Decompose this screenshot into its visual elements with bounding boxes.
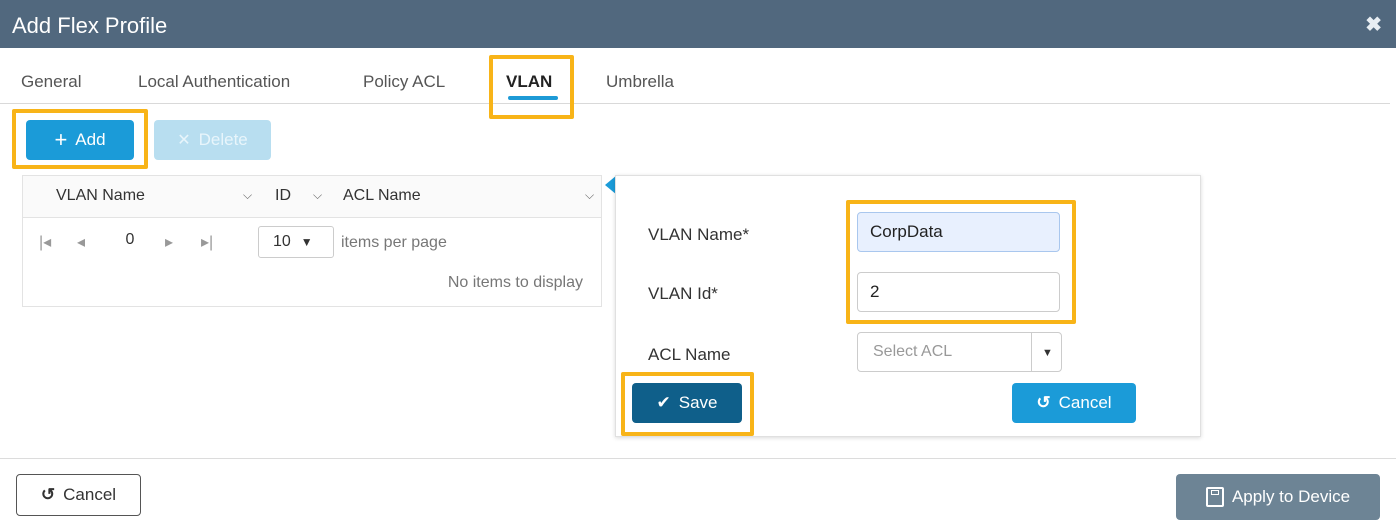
tab-umbrella[interactable]: Umbrella — [606, 72, 674, 92]
vlan-id-label: VLAN Id* — [648, 284, 718, 303]
chevron-down-icon[interactable]: ⌵ — [313, 188, 322, 203]
empty-message: No items to display — [447, 274, 583, 291]
select-divider — [1031, 333, 1032, 371]
column-header-id[interactable]: ID — [275, 187, 291, 205]
vlan-name-value: CorpData — [870, 222, 943, 241]
vlan-id-input[interactable]: 2 — [857, 272, 1060, 312]
caret-down-icon: ▼ — [300, 235, 313, 249]
add-button[interactable]: + Add — [26, 120, 134, 160]
tab-local-authentication[interactable]: Local Authentication — [138, 72, 290, 92]
vlan-grid: VLAN Name ⌵ ID ⌵ ACL Name ⌵ |◂ ◂ 0 ▸ ▸| … — [22, 175, 602, 307]
delete-button-label: Delete — [198, 130, 248, 149]
column-header-vlan-name[interactable]: VLAN Name — [56, 187, 145, 205]
vlan-name-label: VLAN Name* — [648, 225, 750, 244]
chevron-down-icon[interactable]: ⌵ — [243, 188, 252, 203]
panel-cancel-button[interactable]: ↺ Cancel — [1012, 383, 1136, 423]
caret-down-icon: ▼ — [1042, 347, 1053, 359]
dialog-title: Add Flex Profile — [12, 13, 168, 38]
footer-cancel-label: Cancel — [63, 485, 117, 504]
last-page-icon[interactable]: ▸| — [201, 232, 213, 252]
add-button-label: Add — [75, 130, 106, 149]
undo-icon: ↺ — [1036, 393, 1051, 412]
check-icon: ✔ — [656, 393, 671, 412]
vlan-id-value: 2 — [870, 282, 880, 301]
close-icon[interactable]: ✖ — [1365, 12, 1382, 37]
save-button-label: Save — [678, 393, 718, 412]
title-bar: Add Flex Profile ✖ — [0, 0, 1396, 48]
acl-name-label: ACL Name — [648, 345, 731, 364]
next-page-icon[interactable]: ▸ — [165, 232, 173, 252]
first-page-icon[interactable]: |◂ — [39, 232, 51, 252]
acl-select[interactable]: Select ACL ▼ — [857, 332, 1062, 372]
prev-page-icon[interactable]: ◂ — [77, 232, 85, 252]
vlan-name-input[interactable]: CorpData — [857, 212, 1060, 252]
active-tab-indicator — [508, 96, 558, 100]
save-disk-icon — [1205, 487, 1224, 507]
current-page[interactable]: 0 — [115, 226, 145, 254]
tab-general[interactable]: General — [21, 72, 81, 92]
plus-icon: + — [54, 127, 68, 152]
page-size-select[interactable]: 10 ▼ — [258, 226, 334, 258]
grid-header: VLAN Name ⌵ ID ⌵ ACL Name ⌵ — [23, 176, 601, 218]
tab-bar: General Local Authentication Policy ACL … — [0, 48, 1390, 104]
panel-cancel-label: Cancel — [1058, 393, 1112, 412]
tab-policy-acl[interactable]: Policy ACL — [363, 72, 445, 92]
undo-icon: ↺ — [40, 485, 56, 504]
items-per-page-label: items per page — [341, 234, 447, 251]
acl-placeholder: Select ACL — [873, 343, 953, 360]
x-icon: ✕ — [177, 132, 191, 149]
tab-vlan[interactable]: VLAN — [506, 72, 552, 92]
column-header-acl-name[interactable]: ACL Name — [343, 187, 421, 205]
footer-cancel-button[interactable]: ↺ Cancel — [16, 474, 141, 516]
save-button[interactable]: ✔ Save — [632, 383, 742, 423]
delete-button[interactable]: ✕ Delete — [154, 120, 271, 160]
apply-to-device-button[interactable]: Apply to Device — [1176, 474, 1380, 520]
page-size-value: 10 — [273, 233, 291, 250]
apply-to-device-label: Apply to Device — [1231, 487, 1351, 506]
chevron-down-icon[interactable]: ⌵ — [585, 188, 594, 203]
